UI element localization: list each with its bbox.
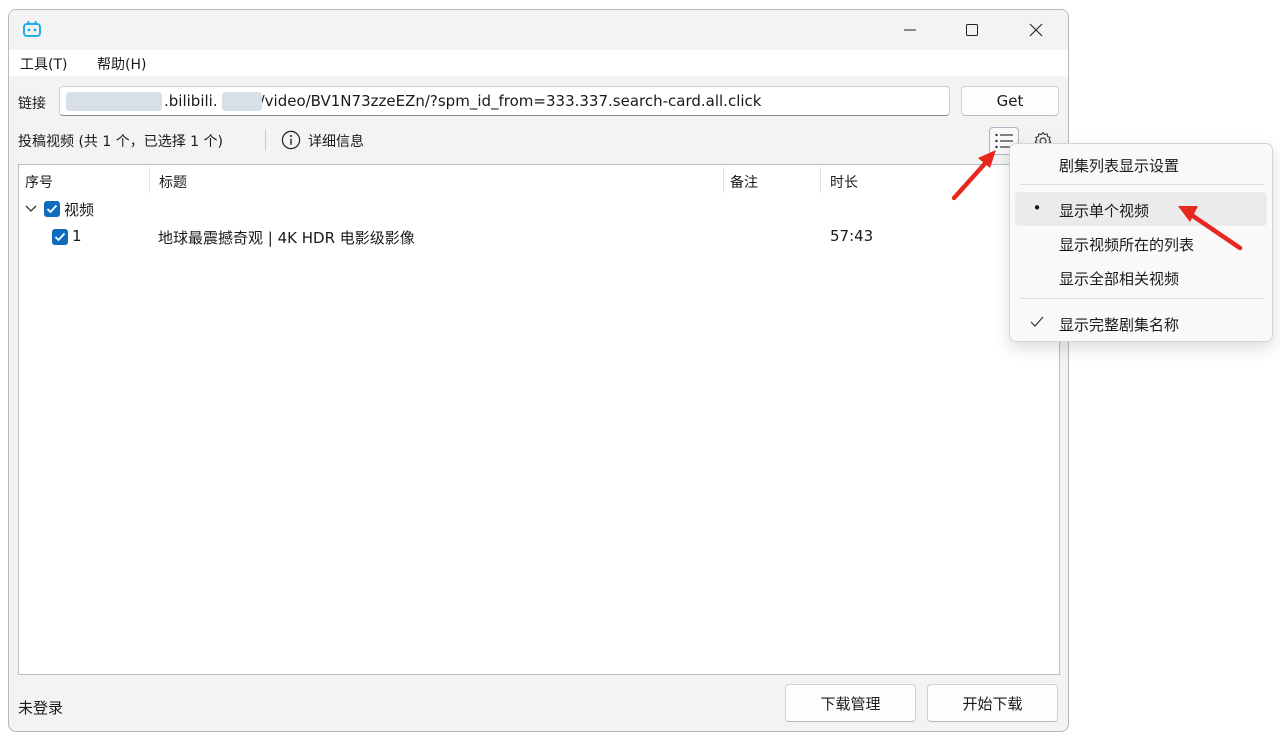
- main-window: 工具(T) 帮助(H) 链接 .bilibili. /video/BV1N73zz…: [8, 9, 1069, 732]
- info-row: 投稿视频 (共 1 个，已选择 1 个) 详细信息: [9, 126, 1068, 156]
- url-input[interactable]: .bilibili. /video/BV1N73zzeEZn/?spm_id_fr…: [59, 86, 950, 116]
- column-header-note[interactable]: 备注: [730, 172, 758, 192]
- maximize-icon: [966, 24, 978, 36]
- info-icon[interactable]: [281, 130, 301, 150]
- bullet-icon: •: [1032, 199, 1042, 217]
- url-row: 链接 .bilibili. /video/BV1N73zzeEZn/?spm_id…: [9, 84, 1068, 118]
- menu-header-label: 剧集列表显示设置: [1059, 157, 1180, 175]
- download-manager-button[interactable]: 下载管理: [785, 684, 916, 722]
- maximize-button[interactable]: [949, 10, 995, 50]
- menu-header: 剧集列表显示设置: [1015, 147, 1267, 181]
- row-index: 1: [72, 227, 82, 245]
- group-row[interactable]: 视频: [19, 197, 1059, 221]
- column-header-duration[interactable]: 时长: [830, 172, 858, 192]
- group-checkbox[interactable]: [44, 201, 60, 217]
- checkmark-icon: [1030, 316, 1044, 327]
- menu-item-label: 显示全部相关视频: [1059, 270, 1180, 288]
- group-label: 视频: [64, 201, 95, 219]
- menu-tools[interactable]: 工具(T): [20, 54, 67, 74]
- close-button[interactable]: [1013, 10, 1059, 50]
- list-display-menu: 剧集列表显示设置 • 显示单个视频 显示视频所在的列表 显示全部相关视频 显示完…: [1009, 143, 1273, 342]
- column-separator[interactable]: [149, 167, 150, 193]
- minimize-icon: [904, 29, 916, 31]
- menu-item-all-related[interactable]: 显示全部相关视频: [1015, 260, 1267, 294]
- status-bar: 未登录 下载管理 开始下载: [9, 675, 1068, 731]
- check-icon: [54, 232, 66, 242]
- column-header-index[interactable]: 序号: [25, 172, 53, 192]
- menu-item-single-video[interactable]: • 显示单个视频: [1015, 192, 1267, 226]
- divider: [265, 129, 266, 151]
- menu-item-full-episode-name[interactable]: 显示完整剧集名称: [1015, 306, 1267, 340]
- row-checkbox[interactable]: [52, 229, 68, 245]
- row-title: 地球最震撼奇观 | 4K HDR 电影级影像: [158, 229, 415, 247]
- video-summary: 投稿视频 (共 1 个，已选择 1 个): [18, 134, 223, 150]
- get-button[interactable]: Get: [961, 86, 1059, 116]
- video-table: 序号 标题 备注 时长 视频 1 地球最震撼奇观 | 4K HDR 电影级影像 …: [18, 164, 1060, 675]
- menu-help[interactable]: 帮助(H): [97, 54, 146, 74]
- redacted-block: [222, 92, 262, 111]
- url-label: 链接: [18, 96, 46, 112]
- menu-item-label: 显示视频所在的列表: [1059, 236, 1195, 254]
- menu-item-label: 显示单个视频: [1059, 202, 1150, 220]
- menu-bar: 工具(T) 帮助(H): [9, 50, 1068, 76]
- check-icon: [46, 204, 58, 214]
- chevron-down-icon[interactable]: [24, 201, 38, 215]
- login-status: 未登录: [18, 699, 64, 717]
- column-separator[interactable]: [820, 167, 821, 193]
- table-row[interactable]: 1 地球最震撼奇观 | 4K HDR 电影级影像 57:43: [19, 225, 1059, 251]
- menu-item-label: 显示完整剧集名称: [1059, 316, 1180, 334]
- menu-divider: [1020, 184, 1264, 185]
- url-text-domain: .bilibili.: [164, 92, 218, 110]
- column-header-title[interactable]: 标题: [159, 172, 187, 192]
- title-bar[interactable]: [9, 10, 1068, 50]
- minimize-button[interactable]: [887, 10, 933, 50]
- redacted-block: [66, 92, 162, 111]
- url-text-path: /video/BV1N73zzeEZn/?spm_id_from=333.337…: [259, 92, 762, 110]
- detail-info-link[interactable]: 详细信息: [308, 131, 364, 151]
- column-separator[interactable]: [723, 167, 724, 193]
- start-download-button[interactable]: 开始下载: [927, 684, 1058, 722]
- bilibili-tv-icon: [23, 21, 41, 37]
- close-icon: [1029, 23, 1043, 37]
- row-duration: 57:43: [830, 227, 874, 245]
- menu-divider: [1020, 298, 1264, 299]
- menu-item-video-list[interactable]: 显示视频所在的列表: [1015, 226, 1267, 260]
